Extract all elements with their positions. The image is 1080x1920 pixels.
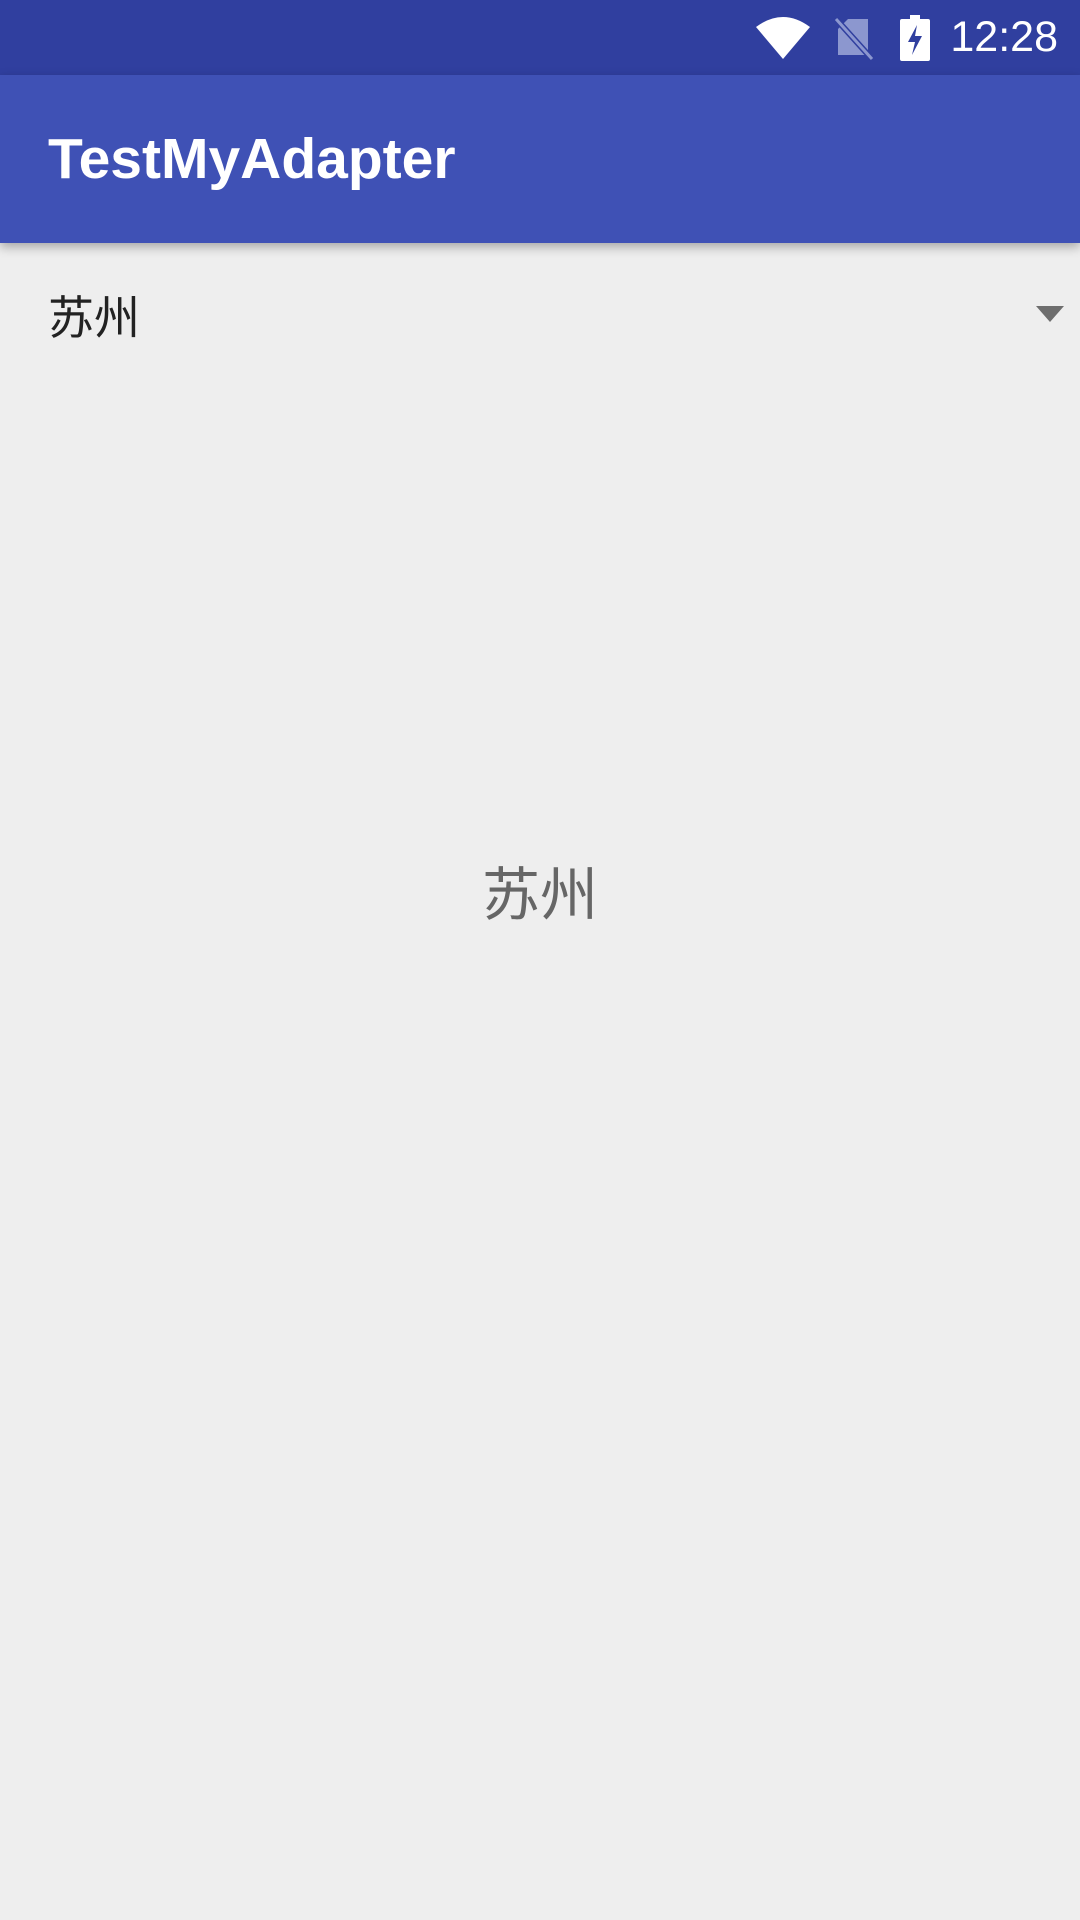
city-spinner[interactable] bbox=[0, 243, 1080, 393]
wifi-icon bbox=[756, 16, 811, 59]
status-time: 12:28 bbox=[950, 13, 1058, 61]
spinner-selected-value: 苏州 bbox=[48, 291, 140, 345]
battery-charging-icon bbox=[900, 14, 931, 61]
status-bar: 12:28 bbox=[0, 0, 1080, 75]
app-title: TestMyAdapter bbox=[48, 127, 456, 191]
dropdown-arrow-icon[interactable] bbox=[1036, 306, 1064, 322]
app-bar: TestMyAdapter bbox=[0, 75, 1080, 243]
no-sim-icon bbox=[834, 16, 875, 61]
selected-city-text: 苏州 bbox=[481, 861, 598, 929]
status-icons: 12:28 bbox=[754, 0, 1058, 75]
